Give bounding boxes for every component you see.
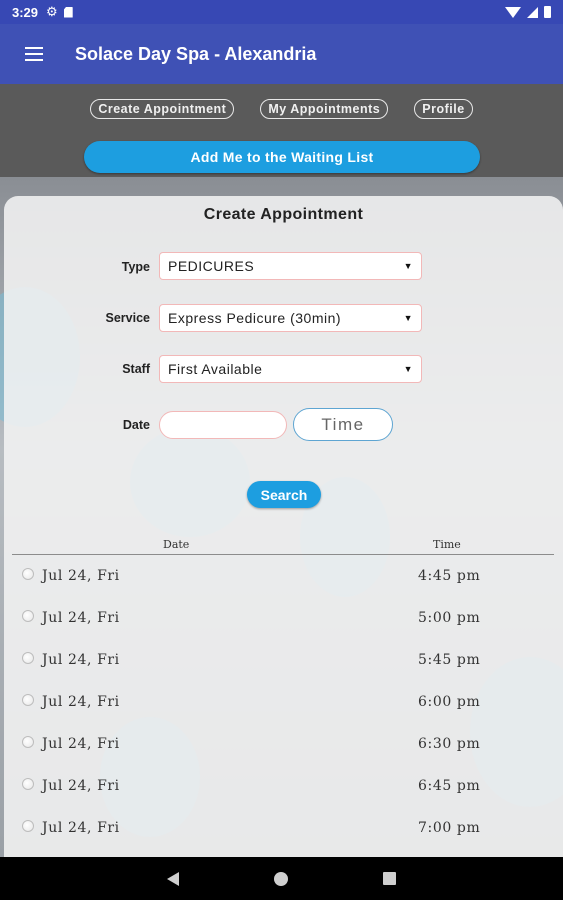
radio-button[interactable] xyxy=(22,652,34,664)
radio-button[interactable] xyxy=(22,694,34,706)
recent-apps-icon[interactable] xyxy=(383,872,396,885)
slot-time: 6:00 pm xyxy=(418,694,481,710)
app-title: Solace Day Spa - Alexandria xyxy=(75,43,317,64)
gear-icon: ⚙ xyxy=(46,4,58,19)
system-navigation-bar xyxy=(0,857,563,900)
slot-date: Jul 24, Fri xyxy=(42,778,120,794)
service-select[interactable]: Express Pedicure (30min) ▼ xyxy=(159,304,422,332)
slot-time: 5:45 pm xyxy=(418,652,481,668)
service-label: Service xyxy=(105,311,150,325)
dropdown-arrow-icon: ▼ xyxy=(403,261,413,271)
app-bar: Solace Day Spa - Alexandria xyxy=(0,24,563,84)
type-select-value: PEDICURES xyxy=(168,258,255,274)
time-slot-row[interactable]: Jul 24, Fri 6:00 pm xyxy=(4,688,563,730)
card-title: Create Appointment xyxy=(203,206,364,223)
radio-button[interactable] xyxy=(22,778,34,790)
battery-icon xyxy=(544,6,551,18)
slot-date: Jul 24, Fri xyxy=(42,568,120,584)
slot-time: 4:45 pm xyxy=(418,568,481,584)
slot-date: Jul 24, Fri xyxy=(42,820,120,836)
time-button[interactable]: Time xyxy=(293,408,393,441)
add-to-waiting-list-button[interactable]: Add Me to the Waiting List xyxy=(84,141,480,173)
create-appointment-tab[interactable]: Create Appointment xyxy=(90,99,235,119)
header-divider xyxy=(12,554,554,555)
slot-time: 5:00 pm xyxy=(418,610,481,626)
radio-button[interactable] xyxy=(22,568,34,580)
slot-time: 6:45 pm xyxy=(418,778,481,794)
time-column-header: Time xyxy=(433,538,461,551)
time-slot-row[interactable]: Jul 24, Fri 6:30 pm xyxy=(4,730,563,772)
wifi-icon xyxy=(505,6,521,18)
dropdown-arrow-icon: ▼ xyxy=(403,313,413,323)
home-icon[interactable] xyxy=(274,871,288,886)
staff-label: Staff xyxy=(122,362,150,376)
status-time: 3:29 xyxy=(12,4,39,20)
service-select-value: Express Pedicure (30min) xyxy=(168,310,342,326)
date-column-header: Date xyxy=(163,538,190,551)
my-appointments-tab[interactable]: My Appointments xyxy=(260,99,389,119)
time-slot-row[interactable]: Jul 24, Fri 4:45 pm xyxy=(4,562,563,604)
slot-date: Jul 24, Fri xyxy=(42,610,120,626)
cell-signal-icon xyxy=(527,6,538,18)
profile-tab[interactable]: Profile xyxy=(414,99,473,119)
radio-button[interactable] xyxy=(22,736,34,748)
slot-date: Jul 24, Fri xyxy=(42,736,120,752)
staff-select-value: First Available xyxy=(168,361,263,377)
back-icon[interactable] xyxy=(167,871,179,886)
time-slot-row[interactable]: Jul 24, Fri 6:45 pm xyxy=(4,772,563,814)
type-label: Type xyxy=(121,260,150,274)
slot-date: Jul 24, Fri xyxy=(42,694,120,710)
date-input[interactable] xyxy=(159,411,287,439)
radio-button[interactable] xyxy=(22,610,34,622)
slot-date: Jul 24, Fri xyxy=(42,652,120,668)
slot-time: 6:30 pm xyxy=(418,736,481,752)
create-appointment-card: Create Appointment Type PEDICURES ▼ Serv… xyxy=(4,196,563,857)
time-slot-row[interactable]: Jul 24, Fri 5:00 pm xyxy=(4,604,563,646)
radio-button[interactable] xyxy=(22,820,34,832)
sd-card-icon xyxy=(63,6,73,18)
top-navigation: Create Appointment My Appointments Profi… xyxy=(0,84,563,177)
staff-select[interactable]: First Available ▼ xyxy=(159,355,422,383)
hamburger-menu-icon[interactable] xyxy=(0,24,68,84)
dropdown-arrow-icon: ▼ xyxy=(403,364,413,374)
status-bar: 3:29 ⚙ xyxy=(0,0,563,24)
type-select[interactable]: PEDICURES ▼ xyxy=(159,252,422,280)
time-slot-row[interactable]: Jul 24, Fri 7:00 pm xyxy=(4,814,563,856)
time-slot-row[interactable]: Jul 24, Fri 5:45 pm xyxy=(4,646,563,688)
slot-time: 7:00 pm xyxy=(418,820,481,836)
date-label: Date xyxy=(122,418,150,432)
search-button[interactable]: Search xyxy=(247,481,321,508)
